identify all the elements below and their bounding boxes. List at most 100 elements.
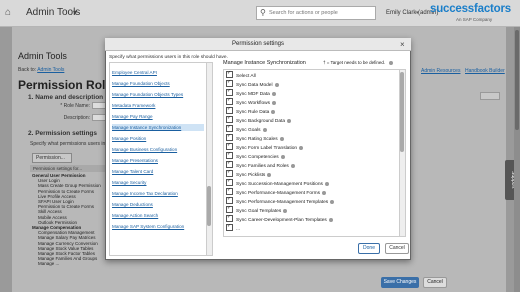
permission-row[interactable]: Sync Competencies bbox=[226, 152, 396, 161]
permission-row[interactable]: Sync Families and Roles bbox=[226, 161, 396, 170]
category-item[interactable]: Manage Income Tax Declaration bbox=[112, 190, 204, 197]
info-icon[interactable] bbox=[324, 181, 329, 186]
chevron-down-icon[interactable]: ▾ bbox=[73, 8, 77, 17]
category-item[interactable]: Manage Talent Card bbox=[112, 168, 204, 175]
category-list-scrollbar[interactable] bbox=[206, 63, 212, 255]
checkbox[interactable] bbox=[226, 80, 233, 87]
page-cancel-button[interactable]: Cancel bbox=[423, 277, 447, 288]
checkbox[interactable] bbox=[226, 134, 233, 141]
permission-row[interactable]: Sync Goals bbox=[226, 125, 396, 134]
info-icon[interactable] bbox=[262, 127, 267, 132]
permission-label: Sync Competencies bbox=[236, 154, 279, 160]
checkbox[interactable] bbox=[226, 98, 233, 105]
info-icon[interactable] bbox=[290, 163, 295, 168]
list-item: Manage ... bbox=[38, 261, 60, 267]
permission-row[interactable]: Sync Rating Scales bbox=[226, 134, 396, 143]
category-item[interactable]: Metadata Framework bbox=[112, 102, 204, 109]
info-icon[interactable] bbox=[272, 100, 277, 105]
checkbox[interactable] bbox=[226, 107, 233, 114]
category-item[interactable]: Manage Action Search bbox=[112, 212, 204, 219]
role-name-field[interactable] bbox=[92, 102, 106, 109]
save-changes-button[interactable]: Save Changes bbox=[381, 277, 419, 288]
checkbox[interactable] bbox=[226, 143, 233, 150]
category-item[interactable]: Manage Presentations bbox=[112, 157, 204, 164]
category-item[interactable]: Manage Security bbox=[112, 179, 204, 186]
category-item[interactable]: Manage SAP System Configuration bbox=[112, 223, 204, 230]
info-icon[interactable] bbox=[299, 145, 304, 150]
category-item[interactable]: Employee Central API bbox=[112, 69, 204, 76]
done-button[interactable]: Done bbox=[358, 243, 380, 254]
permission-row[interactable]: Select All bbox=[226, 71, 396, 80]
permission-label: Sync MDF Data bbox=[236, 91, 270, 97]
category-item[interactable]: Manage Position bbox=[112, 135, 204, 142]
category-item[interactable]: Manage Foundation Objects bbox=[112, 80, 204, 87]
permission-summary-list: General User Permission User Login Mass … bbox=[32, 173, 101, 267]
checkbox[interactable] bbox=[226, 215, 233, 222]
permission-row[interactable]: Sync Picklists bbox=[226, 170, 396, 179]
permission-label: Sync Goals bbox=[236, 127, 261, 133]
checkbox[interactable] bbox=[226, 161, 233, 168]
checkbox[interactable] bbox=[226, 89, 233, 96]
permission-row[interactable]: Sync Data Model bbox=[226, 80, 396, 89]
cancel-button[interactable]: Cancel bbox=[385, 243, 409, 254]
permission-label: Sync Performance-Management Templates bbox=[236, 199, 329, 205]
info-icon[interactable] bbox=[330, 199, 335, 204]
permission-row[interactable]: Sync Performance-Management Forms bbox=[226, 188, 396, 197]
checkbox[interactable] bbox=[226, 206, 233, 213]
page-scrollbar-thumb[interactable] bbox=[515, 30, 519, 130]
description-field[interactable] bbox=[92, 114, 106, 121]
info-icon[interactable] bbox=[321, 190, 326, 195]
info-icon[interactable] bbox=[271, 109, 276, 114]
permission-row[interactable]: Sync Rule Data bbox=[226, 107, 396, 116]
info-icon[interactable] bbox=[388, 60, 393, 65]
checkbox[interactable] bbox=[226, 179, 233, 186]
permission-row[interactable]: Sync Workflows bbox=[226, 98, 396, 107]
permission-label: Select All bbox=[236, 73, 256, 79]
category-item[interactable]: Manage Pay Range bbox=[112, 113, 204, 120]
checkbox[interactable] bbox=[226, 224, 233, 231]
permission-row[interactable]: Sync Career-Development-Plan Templates bbox=[226, 215, 396, 224]
target-note: † = Target needs to be defined. bbox=[323, 60, 393, 66]
page-side-button[interactable] bbox=[480, 92, 500, 100]
category-list-scrollbar-thumb[interactable] bbox=[207, 186, 211, 226]
permission-row[interactable]: Sync Succession-Management Positions bbox=[226, 179, 396, 188]
admin-resources-link[interactable]: Admin Resources bbox=[421, 68, 460, 74]
info-icon[interactable] bbox=[283, 208, 288, 213]
permission-row[interactable]: ... bbox=[226, 224, 396, 233]
back-link-text[interactable]: Admin Tools bbox=[37, 67, 64, 73]
category-item[interactable]: Manage Deductions bbox=[112, 201, 204, 208]
user-menu-chevron-icon[interactable]: ▾ bbox=[416, 10, 419, 16]
close-icon[interactable]: × bbox=[400, 40, 405, 49]
permission-row[interactable]: Sync Form Label Translation bbox=[226, 143, 396, 152]
home-icon[interactable]: ⌂ bbox=[5, 8, 15, 18]
category-item[interactable]: Manage Business Configuration bbox=[112, 146, 204, 153]
search-input[interactable] bbox=[269, 6, 369, 20]
checkbox[interactable] bbox=[226, 197, 233, 204]
logo-sub-text: An SAP Company bbox=[456, 17, 493, 22]
checkbox[interactable] bbox=[226, 116, 233, 123]
back-link[interactable]: Back to: Admin Tools bbox=[18, 67, 64, 73]
checkbox[interactable] bbox=[226, 170, 233, 177]
checkbox[interactable] bbox=[226, 125, 233, 132]
permission-row[interactable]: Sync Performance-Management Templates bbox=[226, 197, 396, 206]
category-item-selected[interactable]: Manage Instance Synchronization bbox=[112, 124, 204, 131]
permission-button[interactable]: Permission... bbox=[32, 153, 72, 163]
checkbox[interactable] bbox=[226, 152, 233, 159]
permission-list-scrollbar-thumb[interactable] bbox=[400, 72, 404, 152]
checkbox[interactable] bbox=[226, 188, 233, 195]
info-icon[interactable] bbox=[279, 136, 284, 141]
info-icon[interactable] bbox=[328, 217, 333, 222]
info-icon[interactable] bbox=[287, 118, 292, 123]
handbook-builder-link[interactable]: Handbook Builder bbox=[465, 68, 505, 74]
category-item[interactable]: Manage Foundation Objects Types bbox=[112, 91, 204, 98]
info-icon[interactable] bbox=[274, 82, 279, 87]
permission-row[interactable]: Sync Goal Templates bbox=[226, 206, 396, 215]
info-icon[interactable] bbox=[280, 154, 285, 159]
info-icon[interactable] bbox=[267, 172, 272, 177]
info-icon[interactable] bbox=[271, 91, 276, 96]
permission-row[interactable]: Sync Background Data bbox=[226, 116, 396, 125]
checkbox[interactable] bbox=[226, 71, 233, 78]
company-logo: successfactors An SAP Company bbox=[430, 3, 518, 25]
list-item: Manage Salary Pay Matrices bbox=[38, 235, 96, 241]
permission-row[interactable]: Sync MDF Data bbox=[226, 89, 396, 98]
